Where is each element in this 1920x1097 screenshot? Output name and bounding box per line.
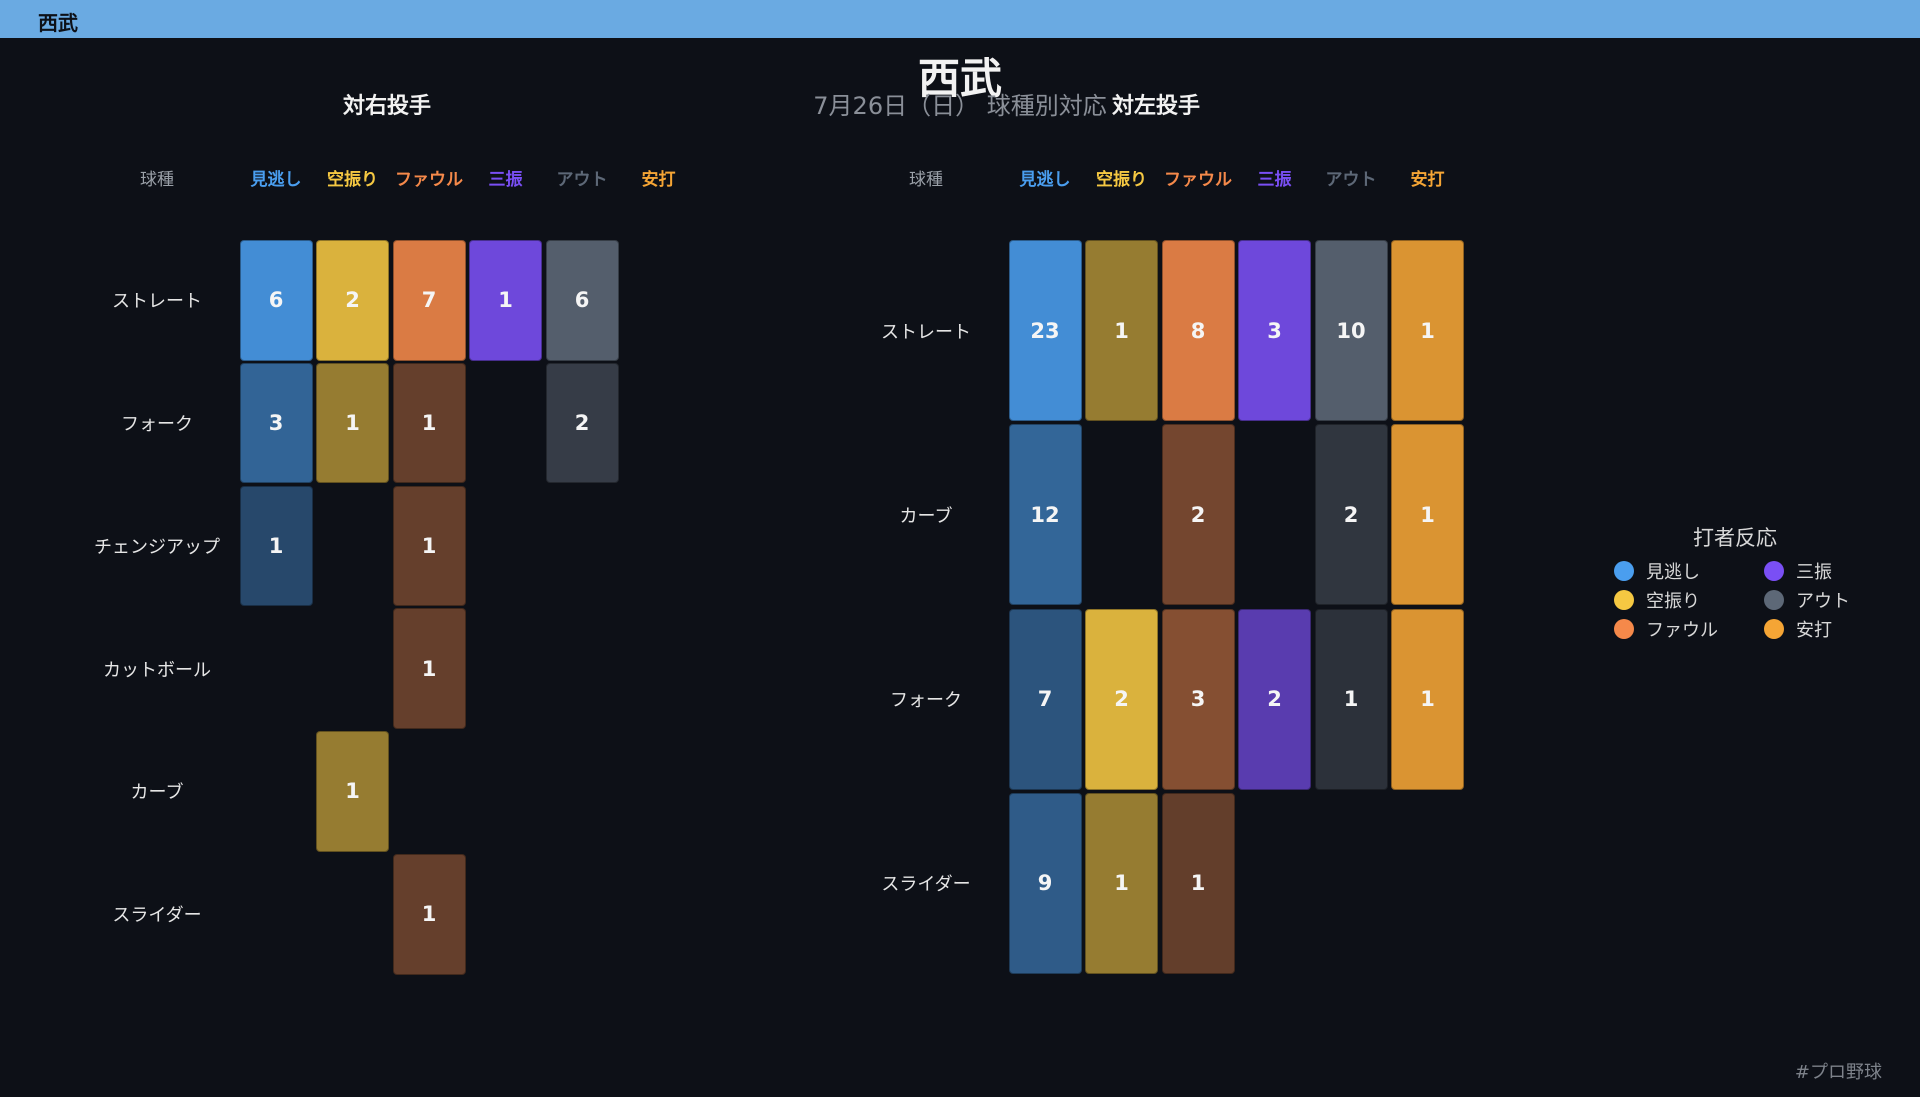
heatmap-cell: 6 [239, 240, 313, 361]
heatmap-cell: 23 [1008, 240, 1082, 421]
legend-item-label: ファウル [1646, 619, 1718, 641]
row-label-ストレート: ストレート [112, 291, 202, 313]
heatmap-cell: 1 [239, 485, 313, 607]
row-label-チェンジアップ: チェンジアップ [94, 536, 220, 558]
heatmap-cell: 2 [1161, 424, 1235, 606]
heatmap-cell: 1 [392, 485, 466, 607]
legend-dot-icon [1614, 560, 1634, 581]
heatmap-cell: 1 [1085, 240, 1158, 421]
heatmap-cell: 1 [1085, 792, 1158, 974]
column-header-安打: 安打 [641, 170, 676, 190]
column-header-三振: 三振 [1257, 170, 1292, 190]
heatmap-cell: 1 [1391, 424, 1464, 606]
legend-item-三振: 三振 [1750, 558, 1890, 583]
row-label-カットボール: カットボール [103, 659, 211, 681]
heatmap-cell: 9 [1008, 792, 1082, 974]
row-header-label: 球種 [909, 170, 943, 190]
chart-subtitle: 7月26日（日） 球種別対応 [813, 92, 1107, 120]
row-label-ストレート: ストレート [881, 321, 971, 343]
column-header-見逃し: 見逃し [250, 170, 302, 190]
heatmap-cell: 3 [239, 362, 313, 484]
heatmap-cell: 1 [392, 362, 466, 484]
legend-item-安打: 安打 [1750, 616, 1890, 641]
legend-dot-icon [1764, 618, 1784, 639]
column-header-空振り: 空振り [327, 170, 378, 190]
row-label-カーブ: カーブ [130, 782, 184, 804]
row-label-フォーク: フォーク [121, 414, 193, 436]
legend-dot-icon [1764, 589, 1784, 610]
column-header-ファウル: ファウル [395, 170, 463, 190]
column-header-空振り: 空振り [1096, 170, 1147, 190]
legend-item-label: 空振り [1646, 590, 1700, 612]
panel-title: 対左投手 [1111, 94, 1201, 119]
heatmap-cell: 12 [1008, 424, 1082, 606]
legend: 打者反応 見逃し 三振空振り アウトファウル 安打 [1600, 522, 1890, 641]
heatmap-cell: 2 [1085, 608, 1158, 790]
legend-item-見逃し: 見逃し [1600, 558, 1750, 583]
top-bar: 西武 [0, 0, 1920, 38]
row-label-スライダー: スライダー [112, 905, 202, 927]
heatmap-cell: 2 [1238, 608, 1311, 790]
legend-item-label: 安打 [1796, 619, 1832, 641]
column-header-安打: 安打 [1410, 170, 1445, 190]
legend-item-label: アウト [1796, 590, 1850, 612]
legend-dot-icon [1614, 618, 1634, 639]
heatmap-cell: 1 [1161, 792, 1235, 974]
heatmap-cell: 1 [316, 731, 389, 852]
legend-item-アウト: アウト [1750, 587, 1890, 612]
heatmap-cell: 7 [392, 240, 466, 361]
column-header-アウト: アウト [556, 170, 608, 190]
heatmap-cell: 3 [1238, 240, 1311, 421]
column-header-三振: 三振 [488, 170, 523, 190]
column-header-見逃し: 見逃し [1019, 170, 1071, 190]
legend-dot-icon [1614, 589, 1634, 610]
heatmap-cell: 7 [1008, 608, 1082, 790]
heatmap-cell: 2 [545, 362, 619, 484]
column-header-ファウル: ファウル [1164, 170, 1232, 190]
heatmap-cell: 1 [469, 240, 542, 361]
legend-dot-icon [1764, 560, 1784, 581]
top-bar-title: 西武 [38, 11, 78, 35]
legend-items: 見逃し 三振空振り アウトファウル 安打 [1600, 558, 1890, 641]
heatmap-cell: 8 [1161, 240, 1235, 421]
heatmap-cell: 2 [1314, 424, 1388, 606]
legend-item-label: 三振 [1796, 561, 1832, 583]
heatmap-cell: 1 [1391, 608, 1464, 790]
row-header-label: 球種 [140, 170, 174, 190]
panel-title: 対右投手 [342, 94, 432, 119]
row-label-フォーク: フォーク [890, 690, 962, 712]
heatmap-cell: 1 [1314, 608, 1388, 790]
hashtag-label: #プロ野球 [1794, 1062, 1882, 1083]
legend-item-空振り: 空振り [1600, 587, 1750, 612]
heatmap-cell: 1 [392, 854, 466, 975]
heatmap-cell: 1 [392, 608, 466, 729]
heatmap-cell: 10 [1314, 240, 1388, 421]
row-label-スライダー: スライダー [881, 874, 971, 896]
heatmap-cell: 3 [1161, 608, 1235, 790]
legend-title: 打者反応 [1693, 526, 1777, 550]
legend-item-ファウル: ファウル [1600, 616, 1750, 641]
legend-item-label: 見逃し [1646, 561, 1700, 583]
heatmap-cell: 6 [545, 240, 619, 361]
heatmap-cell: 1 [1391, 240, 1464, 421]
heatmap-cell: 1 [316, 362, 389, 484]
column-header-アウト: アウト [1325, 170, 1377, 190]
row-label-カーブ: カーブ [899, 505, 953, 527]
heatmap-cell: 2 [316, 240, 389, 361]
